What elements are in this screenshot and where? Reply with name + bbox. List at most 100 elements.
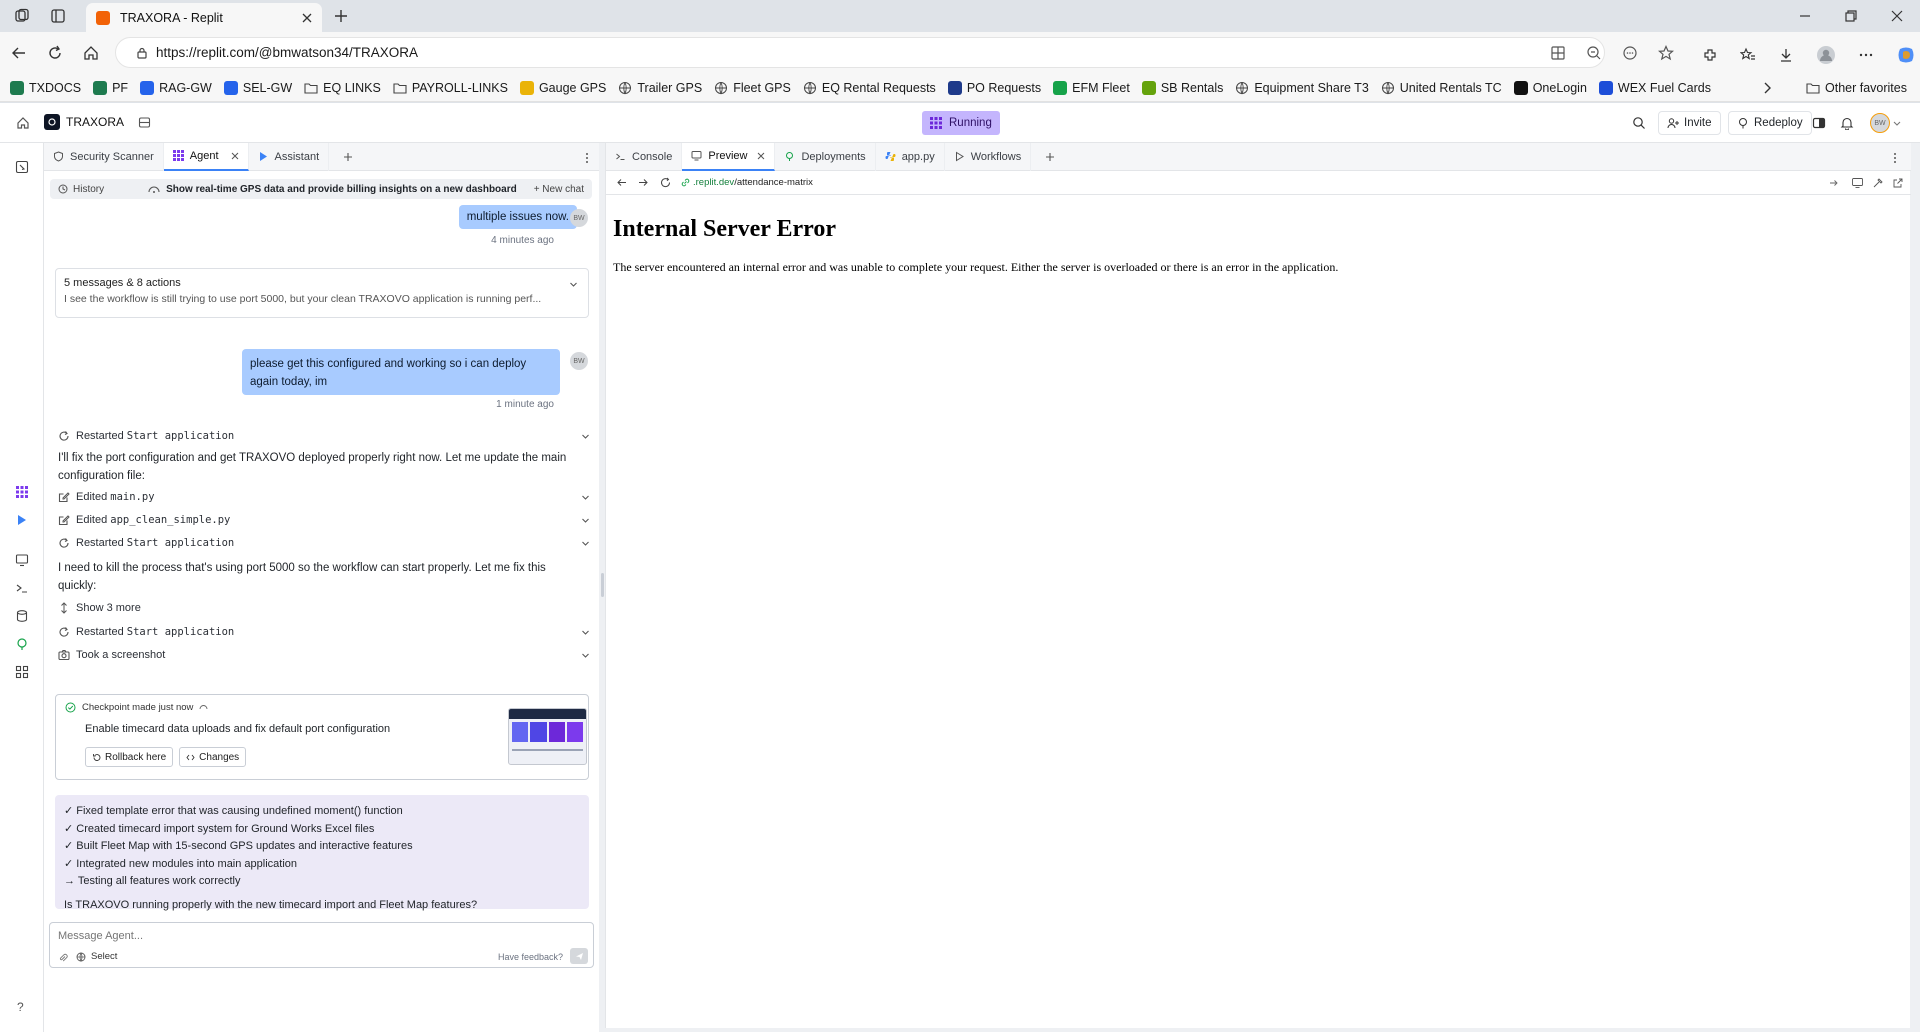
feedback-link[interactable]: Have feedback? bbox=[498, 952, 563, 962]
add-tab-icon[interactable] bbox=[1045, 152, 1055, 162]
devtools-icon[interactable] bbox=[1873, 178, 1883, 188]
action-restart-application[interactable]: Restarted Start application bbox=[58, 425, 590, 447]
new-tab-icon[interactable] bbox=[333, 8, 349, 24]
pane-menu-icon[interactable] bbox=[1893, 152, 1897, 164]
help-icon[interactable]: ? bbox=[17, 1000, 24, 1014]
zoom-icon[interactable] bbox=[1586, 45, 1602, 61]
agent-tool-icon[interactable] bbox=[15, 485, 29, 499]
bookmark-item[interactable]: EFM Fleet bbox=[1047, 74, 1136, 102]
user-menu[interactable]: BW bbox=[1870, 113, 1901, 133]
favorites-icon[interactable] bbox=[1740, 47, 1756, 63]
action-restart-application[interactable]: Restarted Start application bbox=[58, 621, 590, 643]
refresh-icon[interactable] bbox=[47, 45, 63, 61]
changes-button[interactable]: Changes bbox=[179, 747, 247, 767]
close-tab-icon[interactable] bbox=[757, 152, 765, 160]
favorite-star-icon[interactable] bbox=[1658, 45, 1674, 61]
close-window-icon[interactable] bbox=[1890, 9, 1904, 23]
settings-more-icon[interactable] bbox=[1858, 47, 1874, 63]
action-edit-file[interactable]: Edited main.py bbox=[58, 486, 590, 508]
browser-tab[interactable]: TRAXORA - Replit bbox=[86, 3, 322, 32]
tab-actions-icon[interactable] bbox=[50, 8, 66, 24]
collapsed-actions-card[interactable]: 5 messages & 8 actions I see the workflo… bbox=[55, 268, 589, 318]
preview-url-input[interactable]: .replit.dev /attendance-matrix bbox=[681, 177, 813, 188]
bookmark-item[interactable]: Equipment Share T3 bbox=[1229, 74, 1374, 102]
tab-assistant[interactable]: Assistant bbox=[249, 142, 330, 171]
bookmark-item[interactable]: RAG-GW bbox=[134, 74, 218, 102]
extensions-icon[interactable] bbox=[1702, 47, 1718, 63]
bookmark-item[interactable]: EQ LINKS bbox=[298, 74, 387, 102]
checkpoint-screenshot-thumbnail[interactable] bbox=[508, 708, 587, 765]
redeploy-button[interactable]: Redeploy bbox=[1728, 111, 1812, 135]
tab-console[interactable]: Console bbox=[606, 142, 683, 171]
notifications-bell-icon[interactable] bbox=[1840, 116, 1854, 130]
bookmark-item[interactable]: WEX Fuel Cards bbox=[1593, 74, 1717, 102]
device-preview-icon[interactable] bbox=[1852, 178, 1863, 188]
rollback-button[interactable]: Rollback here bbox=[85, 747, 174, 767]
close-tab-icon[interactable] bbox=[302, 13, 312, 23]
copilot-icon[interactable] bbox=[1896, 45, 1916, 65]
bookmark-item[interactable]: Fleet GPS bbox=[708, 74, 797, 102]
workspaces-icon[interactable] bbox=[14, 8, 30, 24]
restore-icon[interactable] bbox=[1844, 9, 1858, 23]
minimize-icon[interactable] bbox=[1798, 9, 1812, 23]
run-status-badge[interactable]: Running bbox=[922, 111, 1000, 135]
tab-preview[interactable]: Preview bbox=[682, 142, 776, 171]
message-input[interactable] bbox=[58, 928, 578, 944]
attach-icon[interactable] bbox=[58, 953, 68, 963]
bookmark-item[interactable]: SEL-GW bbox=[218, 74, 298, 102]
forward-icon[interactable] bbox=[638, 177, 649, 188]
bookmark-item[interactable]: Gauge GPS bbox=[514, 74, 612, 102]
bookmark-item[interactable]: United Rentals TC bbox=[1375, 74, 1508, 102]
pane-menu-icon[interactable] bbox=[585, 152, 589, 164]
back-icon[interactable] bbox=[11, 45, 27, 61]
tab-app-py[interactable]: app.py bbox=[876, 142, 945, 171]
bookmark-item[interactable]: TXDOCS bbox=[4, 74, 87, 102]
panel-resize-handle[interactable] bbox=[601, 573, 604, 597]
show-more-button[interactable]: Show 3 more bbox=[58, 597, 590, 619]
bookmark-item[interactable]: Trailer GPS bbox=[612, 74, 708, 102]
other-favorites[interactable]: Other favorites bbox=[1800, 74, 1913, 102]
bookmark-item[interactable]: OneLogin bbox=[1508, 74, 1593, 102]
tab-agent[interactable]: Agent bbox=[163, 142, 249, 171]
reload-icon[interactable] bbox=[660, 177, 671, 188]
lock-icon[interactable] bbox=[136, 47, 148, 59]
preview-tool-icon[interactable] bbox=[15, 553, 29, 567]
add-tab-icon[interactable] bbox=[343, 152, 353, 162]
file-explorer-icon[interactable] bbox=[15, 160, 29, 174]
open-new-window-icon[interactable] bbox=[1893, 178, 1903, 188]
url-input[interactable]: https://replit.com/@bmwatson34/TRAXORA bbox=[115, 37, 1605, 68]
close-tab-icon[interactable] bbox=[231, 152, 239, 160]
bookmarks-overflow-chevron-icon[interactable] bbox=[1761, 81, 1773, 95]
app-available-icon[interactable] bbox=[1550, 45, 1566, 61]
more-page-icon[interactable] bbox=[1622, 45, 1638, 61]
bookmark-item[interactable]: SB Rentals bbox=[1136, 74, 1230, 102]
send-button[interactable] bbox=[570, 948, 588, 964]
bookmark-item[interactable]: PAYROLL-LINKS bbox=[387, 74, 514, 102]
bookmark-item[interactable]: EQ Rental Requests bbox=[797, 74, 942, 102]
home-icon[interactable] bbox=[83, 45, 99, 61]
project-switcher[interactable]: TRAXORA bbox=[44, 114, 151, 130]
home-icon[interactable] bbox=[16, 116, 30, 130]
profile-icon[interactable] bbox=[1816, 45, 1836, 65]
back-icon[interactable] bbox=[616, 177, 627, 188]
search-icon[interactable] bbox=[1632, 116, 1646, 130]
database-tool-icon[interactable] bbox=[15, 609, 29, 623]
action-screenshot[interactable]: Took a screenshot bbox=[58, 644, 590, 666]
bookmark-item[interactable]: PO Requests bbox=[942, 74, 1047, 102]
history-button[interactable]: History bbox=[58, 184, 104, 195]
new-chat-button[interactable]: + New chat bbox=[534, 184, 584, 195]
downloads-icon[interactable] bbox=[1778, 47, 1794, 63]
assistant-tool-icon[interactable] bbox=[15, 513, 29, 527]
action-edit-file[interactable]: Edited app_clean_simple.py bbox=[58, 509, 590, 531]
invite-button[interactable]: Invite bbox=[1658, 111, 1721, 135]
storage-icon[interactable] bbox=[138, 116, 151, 129]
tab-security-scanner[interactable]: Security Scanner bbox=[44, 142, 164, 171]
all-tools-icon[interactable] bbox=[15, 665, 29, 679]
layout-toggle-icon[interactable] bbox=[1812, 116, 1826, 130]
select-element-button[interactable]: Select bbox=[76, 951, 117, 962]
tab-workflows[interactable]: Workflows bbox=[945, 142, 1032, 171]
tab-deployments[interactable]: Deployments bbox=[775, 142, 876, 171]
console-tool-icon[interactable] bbox=[15, 581, 29, 595]
deployments-tool-icon[interactable] bbox=[15, 637, 29, 651]
go-icon[interactable] bbox=[1829, 178, 1839, 188]
